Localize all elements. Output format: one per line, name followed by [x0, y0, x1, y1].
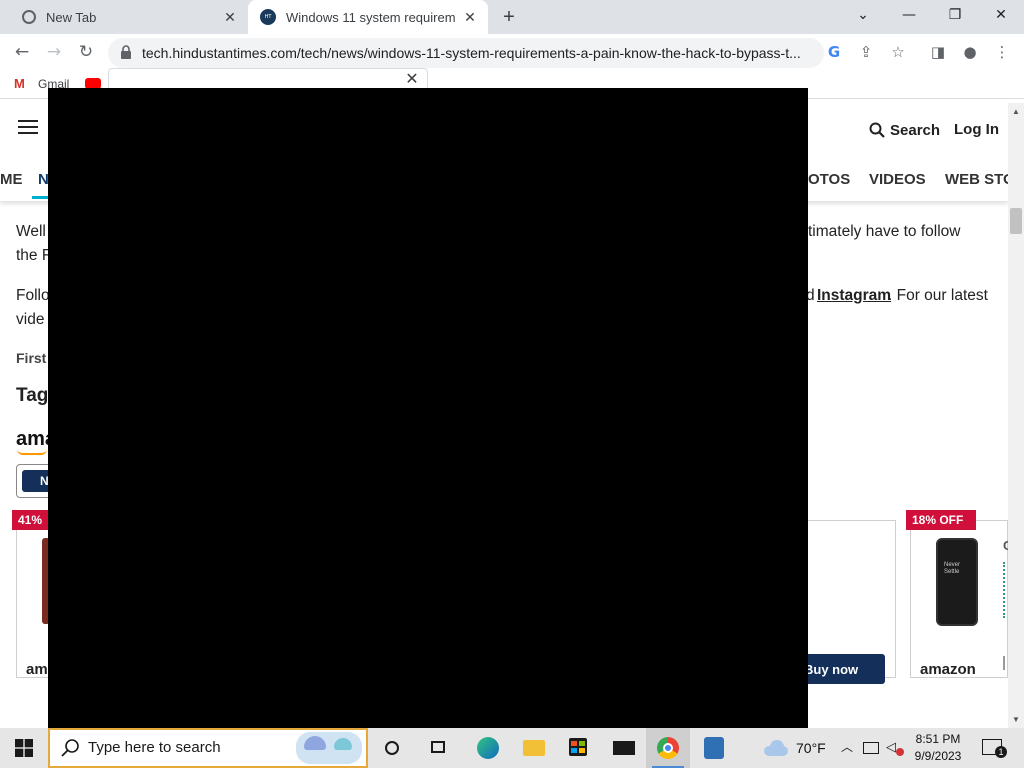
bookmark-star-icon[interactable]: ☆: [886, 40, 910, 64]
nav-item-photos[interactable]: OTOS: [808, 169, 850, 191]
notification-count-badge: 1: [995, 746, 1007, 758]
hamburger-menu-icon[interactable]: [18, 120, 38, 136]
gmail-icon: M: [14, 76, 25, 91]
video-popup-overlay[interactable]: [48, 88, 808, 728]
discount-badge: 41%: [12, 510, 48, 530]
store-label: am: [26, 661, 48, 678]
minimize-button[interactable]: —: [886, 0, 932, 30]
scroll-down-icon[interactable]: ▼: [1008, 714, 1024, 726]
microsoft-store-app[interactable]: [556, 728, 600, 768]
task-view-button[interactable]: [416, 728, 460, 768]
chrome-app[interactable]: [646, 728, 690, 768]
windows-logo-icon: [15, 739, 33, 757]
edge-app[interactable]: [466, 728, 510, 768]
store-label: amazon: [920, 661, 976, 678]
article-text: the F: [16, 247, 52, 264]
app-icon: [704, 737, 724, 759]
oneplus-phone-image: Never Settle: [936, 538, 978, 626]
amazon-smile-icon: [17, 449, 47, 455]
task-view-icon: [431, 741, 445, 753]
phone-screen-text: Never Settle: [944, 562, 961, 575]
profile-icon[interactable]: ●: [958, 40, 982, 64]
article-text: Well: [16, 223, 46, 240]
popup-frame: [108, 68, 428, 90]
restore-button[interactable]: ❐: [932, 0, 978, 30]
close-tab-icon[interactable]: ✕: [222, 9, 238, 25]
published-label: First: [16, 350, 47, 366]
chrome-icon: [657, 737, 679, 759]
close-window-button[interactable]: ✕: [978, 0, 1024, 30]
scroll-thumb[interactable]: [1010, 208, 1022, 234]
mute-indicator-icon: [896, 748, 904, 756]
store-bag-icon: [569, 738, 587, 756]
tab-search-chevron-icon[interactable]: ⌄: [840, 0, 886, 30]
tab-new-tab[interactable]: New Tab ✕: [8, 0, 248, 34]
google-translate-icon[interactable]: G: [822, 40, 846, 64]
pinned-app[interactable]: [692, 728, 736, 768]
menu-kebab-icon[interactable]: ⋮: [990, 40, 1014, 64]
search-label: Search: [890, 121, 941, 139]
url-text[interactable]: tech.hindustantimes.com/tech/news/window…: [142, 44, 814, 62]
jellyfish-search-highlight-icon: [296, 732, 362, 764]
mail-icon: [613, 741, 635, 755]
clock-time[interactable]: 8:51 PM: [909, 731, 967, 747]
search-placeholder: Type here to search: [88, 739, 221, 756]
article-text: timately have to follow: [808, 223, 961, 240]
start-button[interactable]: [0, 728, 48, 768]
scroll-up-icon[interactable]: ▲: [1008, 106, 1024, 118]
tab-windows-11[interactable]: HT Windows 11 system requirement ✕: [248, 0, 488, 34]
article-text: Follo: [16, 287, 50, 304]
close-tab-icon[interactable]: ✕: [462, 9, 478, 25]
tab-title: Windows 11 system requirement: [286, 9, 456, 25]
network-icon[interactable]: [863, 742, 879, 754]
cortana-circle-icon: [385, 741, 399, 755]
nav-item-videos[interactable]: VIDEOS: [869, 169, 926, 191]
nav-item-home[interactable]: ME: [0, 169, 23, 191]
ht-tech-icon: HT: [260, 9, 276, 25]
cortana-button[interactable]: [370, 728, 414, 768]
mail-app[interactable]: [602, 728, 646, 768]
popup-close-icon[interactable]: ✕: [404, 72, 420, 88]
file-explorer-app[interactable]: [512, 728, 556, 768]
article-text: vide: [16, 311, 45, 328]
new-tab-button[interactable]: +: [498, 6, 520, 28]
tray-overflow-chevron-icon[interactable]: ︿: [840, 740, 854, 754]
back-button[interactable]: ←: [10, 40, 34, 64]
forward-button[interactable]: →: [42, 40, 66, 64]
tab-title: New Tab: [46, 9, 97, 25]
article-text: . For our latest: [888, 287, 988, 304]
edge-icon: [477, 737, 499, 759]
nav-item-web-stories[interactable]: WEB STO: [945, 169, 1015, 191]
folder-icon: [523, 740, 545, 756]
search-icon: [61, 739, 79, 757]
reload-button[interactable]: ↻: [74, 40, 98, 64]
lock-icon[interactable]: [120, 45, 132, 59]
clock-date[interactable]: 9/9/2023: [909, 748, 967, 764]
cloud-weather-icon[interactable]: [762, 740, 790, 756]
discount-badge: 18% OFF: [906, 510, 976, 530]
site-search-button[interactable]: Search: [869, 119, 940, 141]
login-button[interactable]: Log In: [954, 119, 999, 141]
search-icon: [869, 122, 885, 138]
share-icon[interactable]: ⇪: [854, 40, 878, 64]
side-panel-icon[interactable]: ◨: [926, 40, 950, 64]
page-scrollbar[interactable]: [1008, 103, 1024, 728]
weather-temperature[interactable]: 70°F: [796, 739, 826, 757]
instagram-link[interactable]: Instagram: [817, 284, 891, 308]
chrome-icon: [22, 10, 36, 24]
